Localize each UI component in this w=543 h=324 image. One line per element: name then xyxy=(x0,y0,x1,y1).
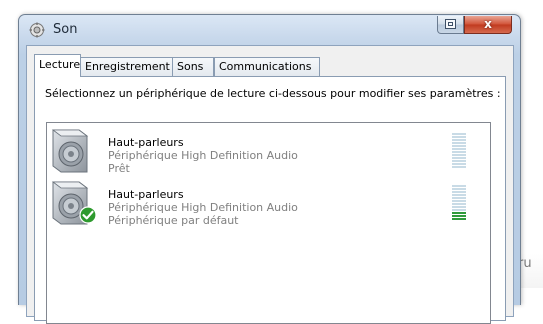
dialog-client-area: Lecture Enregistrement Sons Communicatio… xyxy=(26,45,514,324)
device-item[interactable]: Haut-parleurs Périphérique High Definiti… xyxy=(47,125,488,177)
tab-communications[interactable]: Communications xyxy=(214,57,320,76)
speaker-gear-icon xyxy=(29,22,45,38)
checkmark-icon xyxy=(79,206,97,224)
sound-dialog: Son x Lecture Enregistrement Sons Commun… xyxy=(18,14,521,324)
instruction-text: Sélectionnez un périphérique de lecture … xyxy=(45,87,501,100)
device-status: Périphérique par défaut xyxy=(108,214,239,227)
title-bar[interactable]: Son x xyxy=(19,15,520,45)
tab-lecture[interactable]: Lecture xyxy=(34,54,81,77)
tab-enregistrement[interactable]: Enregistrement xyxy=(80,57,173,76)
device-list[interactable]: Haut-parleurs Périphérique High Definiti… xyxy=(46,122,491,324)
close-icon: x xyxy=(484,17,492,31)
device-text: Haut-parleurs Périphérique High Definiti… xyxy=(108,136,298,175)
close-button[interactable]: x xyxy=(464,16,512,34)
help-icon xyxy=(445,19,456,29)
device-description: Périphérique High Definition Audio xyxy=(108,149,298,162)
device-status: Prêt xyxy=(108,162,130,175)
playback-panel: Sélectionnez un périphérique de lecture … xyxy=(34,76,506,324)
device-name: Haut-parleurs xyxy=(108,136,184,149)
device-item[interactable]: Haut-parleurs Périphérique High Definiti… xyxy=(47,177,488,229)
desktop-background xyxy=(519,0,543,288)
device-text: Haut-parleurs Périphérique High Definiti… xyxy=(108,188,298,227)
speaker-icon xyxy=(51,129,89,173)
volume-meter xyxy=(452,133,466,169)
help-button[interactable] xyxy=(437,16,464,34)
tab-sons[interactable]: Sons xyxy=(172,57,214,76)
device-name: Haut-parleurs xyxy=(108,188,184,201)
window-title: Son xyxy=(53,22,78,37)
volume-meter xyxy=(452,185,466,221)
device-description: Périphérique High Definition Audio xyxy=(108,201,298,214)
